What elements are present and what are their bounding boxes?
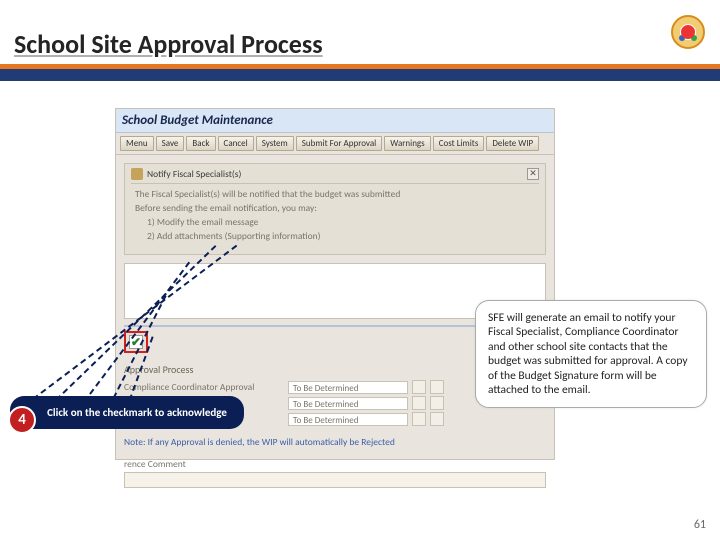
hand-icon xyxy=(131,168,143,180)
toolbar-button[interactable]: Save xyxy=(156,136,185,151)
step-callout: 4 Click on the checkmark to acknowledge xyxy=(10,396,244,429)
toolbar-button[interactable]: Back xyxy=(186,136,215,151)
approval-action[interactable] xyxy=(412,380,426,394)
district-logo xyxy=(671,15,705,49)
step-callout-text: Click on the checkmark to acknowledge xyxy=(47,406,227,419)
notify-line: The Fiscal Specialist(s) will be notifie… xyxy=(135,188,539,200)
comment-field[interactable] xyxy=(124,472,546,488)
approval-label: Compliance Coordinator Approval xyxy=(124,381,284,393)
approval-value: To Be Determined xyxy=(288,413,408,426)
toolbar-button[interactable]: Warnings xyxy=(384,136,430,151)
comment-section: rence Comment xyxy=(124,458,546,488)
approval-action[interactable] xyxy=(430,396,444,410)
approval-action[interactable] xyxy=(430,380,444,394)
page-number: 61 xyxy=(694,518,706,532)
notify-line: Before sending the email notification, y… xyxy=(135,202,539,214)
app-title-bar: School Budget Maintenance xyxy=(116,109,554,133)
info-callout: SFE will generate an email to notify you… xyxy=(475,300,707,408)
approval-value: To Be Determined xyxy=(288,397,408,410)
approval-action[interactable] xyxy=(412,412,426,426)
toolbar-button[interactable]: Delete WIP xyxy=(486,136,539,151)
notify-body: The Fiscal Specialist(s) will be notifie… xyxy=(131,188,539,242)
notify-option: 1) Modify the email message xyxy=(147,216,539,228)
comment-label: rence Comment xyxy=(124,458,546,470)
approval-action[interactable] xyxy=(430,412,444,426)
notify-option: 2) Add attachments (Supporting informati… xyxy=(147,230,539,242)
approval-value: To Be Determined xyxy=(288,381,408,394)
toolbar-button[interactable]: Menu xyxy=(120,136,154,151)
notify-panel: Notify Fiscal Specialist(s) ✕ The Fiscal… xyxy=(124,163,546,255)
toolbar-button[interactable]: Cost Limits xyxy=(433,136,485,151)
close-icon[interactable]: ✕ xyxy=(527,168,539,180)
approval-action[interactable] xyxy=(412,396,426,410)
title-underline-navy xyxy=(0,69,720,81)
info-callout-text: SFE will generate an email to notify you… xyxy=(488,311,688,397)
app-toolbar: Menu Save Back Cancel System Submit For … xyxy=(116,133,554,155)
slide-title: School Site Approval Process xyxy=(14,28,323,60)
notify-header: Notify Fiscal Specialist(s) ✕ xyxy=(131,168,539,184)
notify-title: Notify Fiscal Specialist(s) xyxy=(147,168,241,180)
toolbar-button[interactable]: Submit For Approval xyxy=(296,136,383,151)
rejection-note: Note: If any Approval is denied, the WIP… xyxy=(124,436,546,448)
step-number-badge: 4 xyxy=(8,406,36,434)
toolbar-button[interactable]: Cancel xyxy=(218,136,254,151)
toolbar-button[interactable]: System xyxy=(256,136,294,151)
